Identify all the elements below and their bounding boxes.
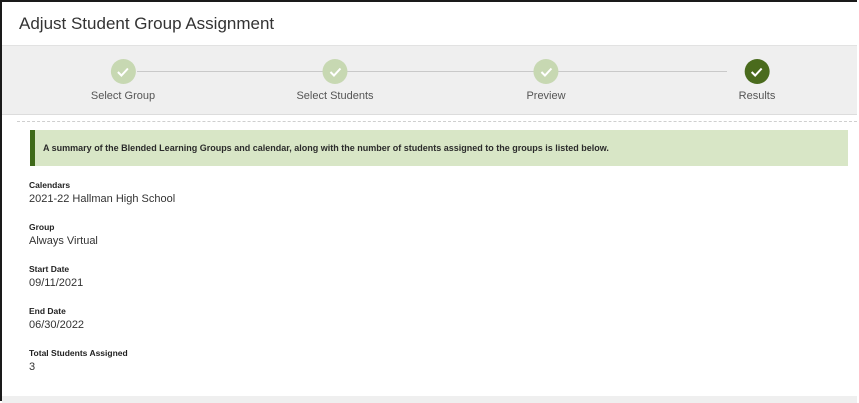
panel-footer	[2, 396, 857, 403]
field-value: 09/11/2021	[29, 277, 84, 289]
field-value: 06/30/2022	[29, 319, 85, 331]
step-preview[interactable]: Preview	[526, 59, 566, 102]
wizard-stepper: Select Group Select Students Preview Res…	[2, 46, 857, 115]
results-content: A summary of the Blended Learning Groups…	[17, 121, 857, 392]
step-select-group[interactable]: Select Group	[91, 59, 155, 102]
field-value: Always Virtual	[29, 235, 98, 247]
stepper-track	[137, 71, 727, 72]
check-icon	[744, 59, 770, 84]
wizard-panel: Adjust Student Group Assignment Select G…	[0, 0, 857, 403]
page-title: Adjust Student Group Assignment	[19, 13, 275, 33]
field-label: Group	[29, 222, 55, 232]
step-label: Select Group	[90, 90, 156, 102]
step-label: Preview	[526, 90, 566, 102]
field-calendars: Calendars 2021-22 Hallman High School	[29, 180, 175, 205]
summary-banner: A summary of the Blended Learning Groups…	[30, 130, 848, 166]
summary-text: A summary of the Blended Learning Groups…	[43, 143, 609, 153]
step-label: Results	[738, 90, 776, 102]
field-start-date: Start Date 09/11/2021	[29, 264, 83, 289]
field-value: 2021-22 Hallman High School	[29, 193, 176, 205]
field-label: Start Date	[29, 264, 70, 274]
step-results[interactable]: Results	[738, 59, 776, 102]
field-end-date: End Date 06/30/2022	[29, 306, 84, 331]
step-select-students[interactable]: Select Students	[296, 59, 374, 102]
field-group: Group Always Virtual	[29, 222, 98, 247]
field-label: End Date	[29, 306, 66, 316]
check-icon	[110, 59, 136, 84]
field-value: 3	[29, 361, 36, 373]
panel-header: Adjust Student Group Assignment	[2, 2, 857, 46]
check-icon	[322, 59, 348, 84]
field-label: Total Students Assigned	[29, 348, 128, 358]
field-label: Calendars	[29, 180, 71, 190]
field-total-students: Total Students Assigned 3	[29, 348, 128, 373]
check-icon	[533, 59, 559, 84]
step-label: Select Students	[296, 90, 374, 102]
